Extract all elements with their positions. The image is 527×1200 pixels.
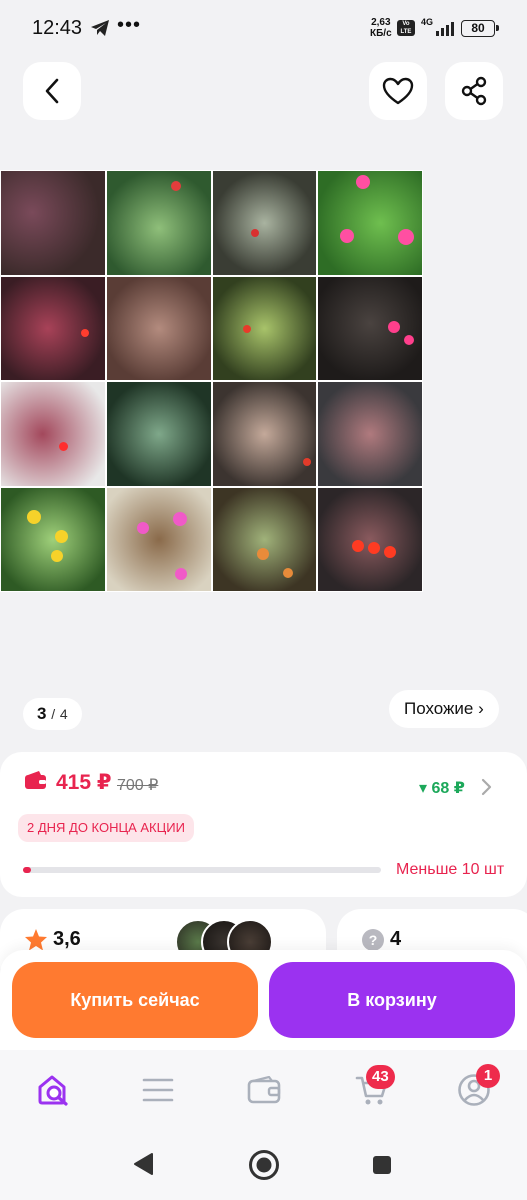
share-icon (461, 76, 487, 106)
back-button[interactable] (23, 62, 81, 120)
share-button[interactable] (445, 62, 503, 120)
chevron-left-icon (45, 78, 59, 104)
status-time: 12:43 (32, 17, 83, 39)
questions-count: 4 (390, 928, 402, 950)
rating-value: 3,6 (53, 928, 81, 950)
image-tile (1, 171, 105, 275)
menu-icon (142, 1078, 174, 1102)
volte-icon: Vo LTE (397, 20, 415, 36)
image-tile (318, 382, 422, 486)
network-speed: 2,63 КБ/с (370, 17, 392, 39)
status-bar: 12:43 ••• 2,63 КБ/с Vo LTE 4G 80 (0, 0, 527, 56)
current-price: 415 ₽ (56, 771, 112, 794)
image-tile (106, 171, 211, 275)
svg-text:?: ? (369, 932, 378, 948)
search-home-icon (38, 1075, 68, 1106)
image-tile (106, 487, 211, 591)
image-tile (212, 487, 317, 591)
image-counter-current: 3 (37, 704, 47, 723)
image-tile (212, 171, 317, 275)
chevron-right-icon[interactable] (480, 778, 492, 801)
cashback-amount[interactable]: ▾ 68 ₽ (419, 778, 465, 798)
image-tile (212, 276, 317, 380)
promo-badge: 2 ДНЯ ДО КОНЦА АКЦИИ (18, 814, 194, 842)
nav-recents-icon[interactable] (372, 1155, 392, 1180)
image-tile (318, 276, 422, 380)
nav-home-icon[interactable] (248, 1149, 280, 1186)
image-tile (1, 487, 105, 591)
tab-wallet[interactable] (244, 1070, 284, 1110)
image-counter-total: 4 (59, 706, 68, 722)
tab-search[interactable] (34, 1070, 74, 1110)
wallet-icon (247, 1076, 281, 1104)
wallet-icon (24, 770, 48, 795)
similar-button[interactable]: Похожие › (389, 690, 499, 728)
network-speed-unit: КБ/с (370, 28, 392, 39)
image-tile (318, 487, 422, 591)
image-tile (1, 382, 105, 486)
image-counter: 3 / 4 (23, 698, 82, 730)
network-speed-value: 2,63 (371, 17, 391, 28)
nav-back-icon[interactable] (132, 1152, 154, 1181)
buy-now-button[interactable]: Купить сейчас (12, 962, 258, 1038)
battery-icon: 80 (461, 20, 499, 37)
heart-icon (382, 77, 414, 105)
stock-progress (23, 867, 381, 873)
image-counter-separator: / (51, 706, 56, 722)
product-image[interactable] (0, 170, 423, 592)
image-tile (318, 171, 422, 275)
profile-badge: 1 (476, 1064, 500, 1088)
signal-icon (430, 20, 456, 36)
image-tile (1, 276, 105, 380)
old-price: 700 ₽ (117, 777, 159, 794)
telegram-icon (90, 19, 110, 42)
stock-text: Меньше 10 шт (396, 861, 505, 878)
cart-badge: 43 (366, 1065, 395, 1089)
stock-progress-fill (23, 867, 31, 873)
favorite-button[interactable] (369, 62, 427, 120)
image-tile (106, 276, 211, 380)
add-to-cart-button[interactable]: В корзину (269, 962, 515, 1038)
tab-catalog[interactable] (138, 1070, 178, 1110)
image-tile (106, 382, 211, 486)
image-tile (212, 382, 317, 486)
more-notifications-icon: ••• (117, 14, 142, 36)
